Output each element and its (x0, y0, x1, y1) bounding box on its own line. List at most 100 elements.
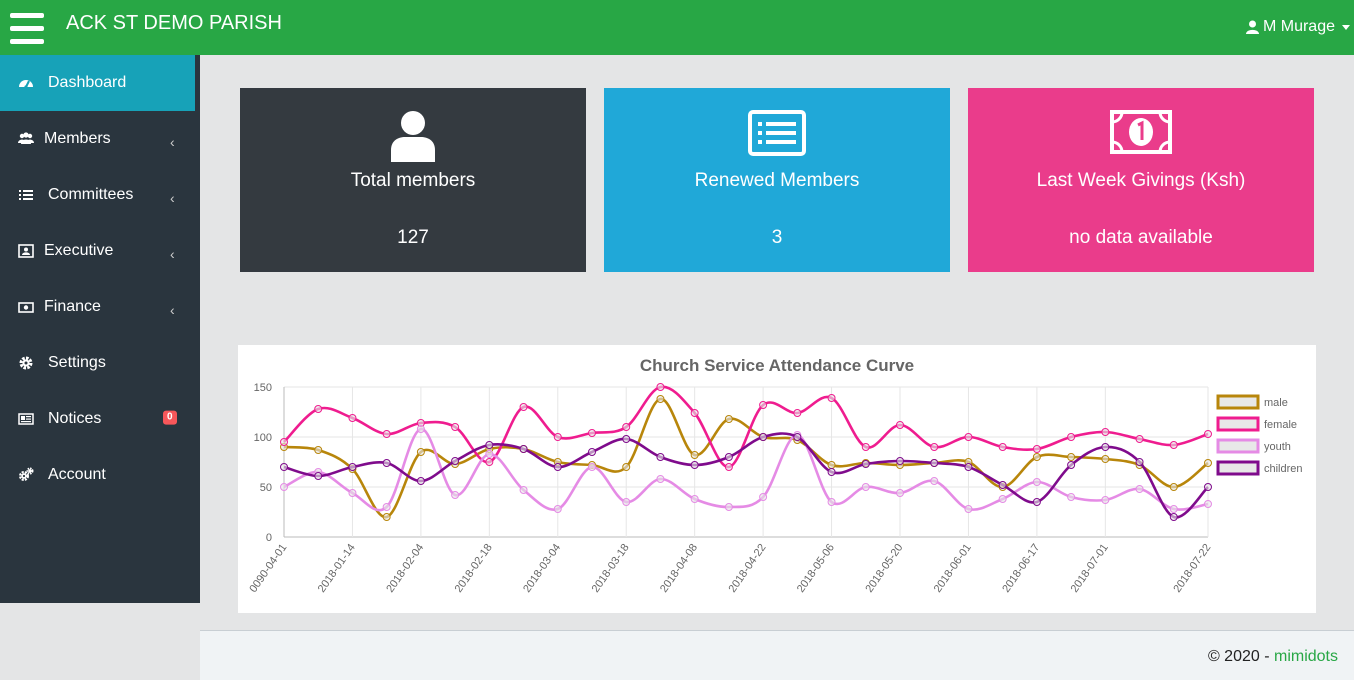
data-point (553, 463, 562, 471)
dashboard-icon (19, 80, 33, 89)
data-point (416, 448, 425, 456)
data-point (656, 453, 665, 461)
data-point (827, 468, 836, 476)
data-point (690, 495, 699, 503)
data-point (1204, 459, 1212, 467)
data-point (1169, 483, 1178, 491)
legend-label: youth (1264, 441, 1291, 453)
data-point (588, 463, 596, 471)
sidebar-item-notices[interactable]: Notices 0 (0, 391, 195, 447)
sidebar-item-committees[interactable]: Committees ‹ (0, 167, 195, 223)
data-point (896, 489, 904, 497)
top-navbar: ACK ST DEMO PARISH M Murage (0, 0, 1354, 55)
data-point (519, 486, 528, 494)
card-value: no data available (1069, 227, 1213, 248)
hamburger-menu-icon[interactable] (10, 13, 44, 45)
sidebar-item-label: Members (44, 130, 111, 147)
data-point (964, 433, 973, 441)
sidebar-item-finance[interactable]: Finance ‹ (0, 279, 195, 335)
data-point (724, 503, 733, 511)
user-name: M Murage (1262, 18, 1335, 35)
data-point (1067, 453, 1076, 461)
user-dropdown[interactable]: M Murage (1245, 18, 1350, 36)
data-point (416, 477, 425, 485)
data-point (827, 461, 836, 469)
sidebar-item-label: Notices (48, 410, 102, 427)
legend-label: male (1264, 397, 1288, 409)
data-point (1067, 461, 1076, 469)
x-tick-label: 2018-01-14 (316, 542, 358, 595)
data-point (622, 435, 631, 443)
data-point (1169, 513, 1178, 521)
data-point (314, 472, 323, 480)
sidebar-item-label: Finance (44, 298, 101, 315)
notices-count-badge: 0 (163, 410, 177, 425)
data-point (1135, 485, 1144, 493)
data-point (793, 433, 802, 441)
sidebar-item-dashboard[interactable]: Dashboard (0, 55, 195, 111)
sidebar-item-members[interactable]: Members ‹ (0, 111, 195, 167)
sidebar-item-account[interactable]: Account (0, 447, 195, 503)
data-point (382, 430, 391, 438)
data-point (759, 401, 768, 409)
gear-icon (19, 356, 33, 370)
users-icon (18, 132, 34, 144)
data-point (314, 446, 323, 454)
sidebar-item-settings[interactable]: Settings (0, 335, 195, 391)
x-tick-label: 2018-04-22 (726, 542, 768, 595)
legend-swatch (1216, 394, 1260, 410)
data-point (690, 409, 699, 417)
footer-copyright: © 2020 - mimidots (1207, 648, 1338, 665)
data-point (827, 394, 836, 402)
y-tick-label: 0 (266, 532, 272, 544)
x-tick-label: 2018-07-22 (1171, 542, 1213, 595)
data-point (280, 438, 288, 446)
executive-icon (18, 244, 34, 258)
attendance-chart-panel: 0 50 100 150 0090-04-01 2018-01-14 2018-02-04… (238, 345, 1316, 613)
x-tick-label: 2018-05-20 (863, 542, 905, 595)
data-point (1032, 453, 1041, 461)
data-point (793, 409, 802, 417)
x-tick-label: 2018-06-17 (1000, 542, 1042, 595)
x-tick-label: 0090-04-01 (247, 542, 289, 595)
data-point (656, 395, 665, 403)
chevron-left-icon: ‹ (170, 302, 175, 319)
data-point (519, 445, 528, 453)
banknote-icon (1110, 110, 1172, 154)
data-point (861, 460, 870, 468)
data-point (1169, 505, 1178, 513)
data-point (348, 414, 357, 422)
sidebar-item-label: Committees (48, 186, 134, 203)
list-icon (19, 190, 33, 200)
data-point (724, 463, 733, 471)
data-point (519, 403, 528, 411)
data-point (622, 423, 631, 431)
sidebar: Dashboard Members ‹ Committees ‹ Executi… (0, 55, 200, 603)
data-point (280, 463, 288, 471)
data-point (1101, 443, 1110, 451)
data-point (861, 483, 870, 491)
legend-swatch (1216, 438, 1260, 454)
x-tick-label: 2018-05-06 (795, 542, 837, 595)
mimidots-link[interactable]: mimidots (1274, 648, 1338, 665)
id-list-icon (748, 110, 806, 156)
data-point (1032, 445, 1041, 453)
data-point (451, 457, 460, 465)
data-point (656, 383, 665, 391)
data-point (622, 463, 631, 471)
data-point (861, 443, 870, 451)
data-point (553, 505, 562, 513)
user-icon (391, 111, 435, 162)
renewed-members-card: Renewed Members 3 (604, 88, 950, 272)
chevron-left-icon: ‹ (170, 190, 175, 207)
card-title: Total members (350, 170, 476, 191)
data-point (759, 493, 768, 501)
card-value: 127 (397, 227, 429, 248)
data-point (1204, 500, 1212, 508)
data-point (1169, 441, 1178, 449)
sidebar-item-executive[interactable]: Executive ‹ (0, 223, 195, 279)
data-point (622, 498, 631, 506)
data-point (827, 498, 836, 506)
data-point (588, 429, 596, 437)
data-point (382, 503, 391, 511)
